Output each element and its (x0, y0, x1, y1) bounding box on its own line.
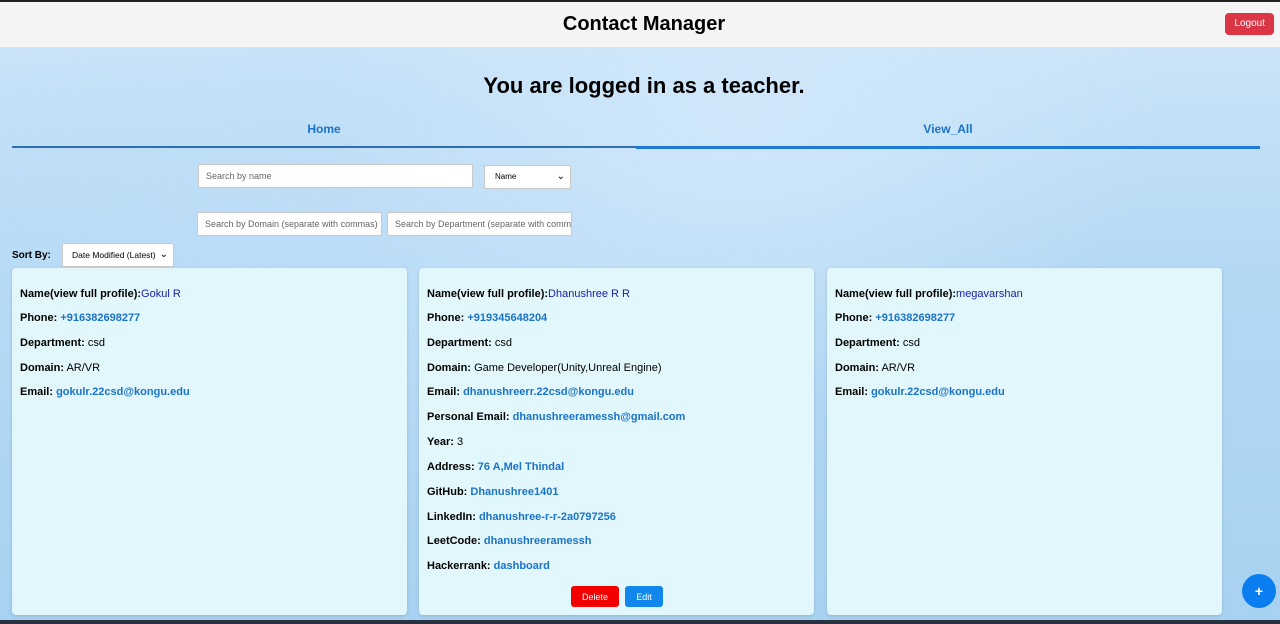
logout-button[interactable]: Logout (1225, 13, 1274, 35)
contact-name-link[interactable]: megavarshan (956, 288, 1023, 300)
contact-email-row: Email: gokulr.22csd@kongu.edu (20, 386, 190, 398)
year-value: 3 (456, 436, 464, 448)
name-label: Name(view full profile): (427, 288, 549, 300)
sort-value: Date Modified (Latest) (72, 250, 156, 260)
name-label: Name(view full profile): (20, 288, 142, 300)
domain-value: AR/VR (66, 362, 101, 374)
tab-home[interactable]: Home (12, 118, 636, 148)
contact-personal-email-row: Personal Email: dhanushreeramessh@gmail.… (427, 411, 685, 423)
contact-year-row: Year: 3 (427, 436, 463, 448)
contact-name-link[interactable]: Dhanushree R R (548, 288, 630, 300)
app-header: Contact Manager Logout (0, 2, 1280, 48)
contact-phone-row: Phone: +916382698277 (20, 312, 140, 324)
linkedin-link[interactable]: dhanushree-r-r-2a0797256 (479, 511, 616, 523)
phone-link[interactable]: +916382698277 (875, 312, 955, 324)
email-label: Email: (835, 386, 869, 398)
search-type-select[interactable]: Name ⌄ (484, 165, 571, 189)
email-link[interactable]: gokulr.22csd@kongu.edu (56, 386, 190, 398)
hackerrank-link[interactable]: dashboard (494, 560, 550, 572)
search-type-value: Name (495, 172, 517, 181)
year-label: Year: (427, 436, 454, 448)
email-label: Email: (427, 386, 461, 398)
chevron-down-icon: ⌄ (157, 244, 168, 266)
contact-address-row: Address: 76 A,Mel Thindal (427, 461, 564, 473)
add-contact-button[interactable]: + (1242, 574, 1276, 608)
domain-search-input[interactable]: Search by Domain (separate with commas) (197, 212, 382, 236)
contact-name-row: Name(view full profile):Gokul R (20, 288, 181, 300)
github-link[interactable]: Dhanushree1401 (470, 486, 558, 498)
linkedin-label: LinkedIn: (427, 511, 476, 523)
contact-department-row: Department: csd (427, 337, 512, 349)
contact-department-row: Department: csd (835, 337, 920, 349)
contact-department-row: Department: csd (20, 337, 105, 349)
phone-label: Phone: (20, 312, 58, 324)
welcome-heading: You are logged in as a teacher. (483, 73, 805, 98)
contact-leetcode-row: LeetCode: dhanushreeramessh (427, 535, 591, 547)
department-value: csd (902, 337, 920, 349)
contact-domain-row: Domain: Game Developer(Unity,Unreal Engi… (427, 362, 662, 374)
contact-email-row: Email: gokulr.22csd@kongu.edu (835, 386, 1005, 398)
delete-button[interactable]: Delete (571, 586, 619, 607)
department-label: Department: (20, 337, 85, 349)
department-label: Department: (427, 337, 492, 349)
contact-name-row: Name(view full profile):megavarshan (835, 288, 1023, 300)
hackerrank-label: Hackerrank: (427, 560, 491, 572)
email-link[interactable]: dhanushreerr.22csd@kongu.edu (463, 386, 634, 398)
leetcode-link[interactable]: dhanushreeramessh (484, 535, 592, 547)
sort-label: Sort By: (12, 250, 51, 261)
sort-select[interactable]: Date Modified (Latest) ⌄ (62, 243, 174, 267)
contact-domain-row: Domain: AR/VR (835, 362, 915, 374)
department-label: Department: (835, 337, 900, 349)
contact-card: Name(view full profile):megavarshan Phon… (827, 268, 1222, 615)
chevron-down-icon: ⌄ (556, 171, 565, 182)
github-label: GitHub: (427, 486, 468, 498)
contact-linkedin-row: LinkedIn: dhanushree-r-r-2a0797256 (427, 511, 616, 523)
email-link[interactable]: gokulr.22csd@kongu.edu (871, 386, 1005, 398)
personal-email-link[interactable]: dhanushreeramessh@gmail.com (513, 411, 686, 423)
domain-value: AR/VR (881, 362, 916, 374)
domain-label: Domain: (835, 362, 879, 374)
phone-link[interactable]: +919345648204 (467, 312, 547, 324)
personal-email-label: Personal Email: (427, 411, 510, 423)
contact-name-row: Name(view full profile):Dhanushree R R (427, 288, 630, 300)
contact-hackerrank-row: Hackerrank: dashboard (427, 560, 550, 572)
contact-email-row: Email: dhanushreerr.22csd@kongu.edu (427, 386, 634, 398)
phone-link[interactable]: +916382698277 (60, 312, 140, 324)
phone-label: Phone: (427, 312, 465, 324)
contact-github-row: GitHub: Dhanushree1401 (427, 486, 558, 498)
email-label: Email: (20, 386, 54, 398)
app-title: Contact Manager (562, 13, 726, 35)
address-label: Address: (427, 461, 475, 473)
leetcode-label: LeetCode: (427, 535, 481, 547)
tab-view-all[interactable]: View_All (636, 118, 1260, 149)
contact-domain-row: Domain: AR/VR (20, 362, 100, 374)
tab-bar: Home View_All (12, 118, 1275, 149)
contact-phone-row: Phone: +919345648204 (427, 312, 547, 324)
contact-phone-row: Phone: +916382698277 (835, 312, 955, 324)
phone-label: Phone: (835, 312, 873, 324)
department-search-input[interactable]: Search by Department (separate with comm… (387, 212, 572, 236)
contact-card: Name(view full profile):Dhanushree R R P… (419, 268, 814, 615)
contact-card: Name(view full profile):Gokul R Phone: +… (12, 268, 407, 615)
department-value: csd (494, 337, 512, 349)
contact-name-link[interactable]: Gokul R (141, 288, 181, 300)
department-value: csd (87, 337, 105, 349)
bottom-border (0, 620, 1280, 624)
domain-label: Domain: (20, 362, 64, 374)
name-label: Name(view full profile): (835, 288, 957, 300)
domain-value: Game Developer(Unity,Unreal Engine) (474, 362, 662, 374)
domain-label: Domain: (427, 362, 471, 374)
address-link[interactable]: 76 A,Mel Thindal (478, 461, 564, 473)
name-search-input[interactable]: Search by name (198, 164, 473, 188)
edit-button[interactable]: Edit (625, 586, 663, 607)
